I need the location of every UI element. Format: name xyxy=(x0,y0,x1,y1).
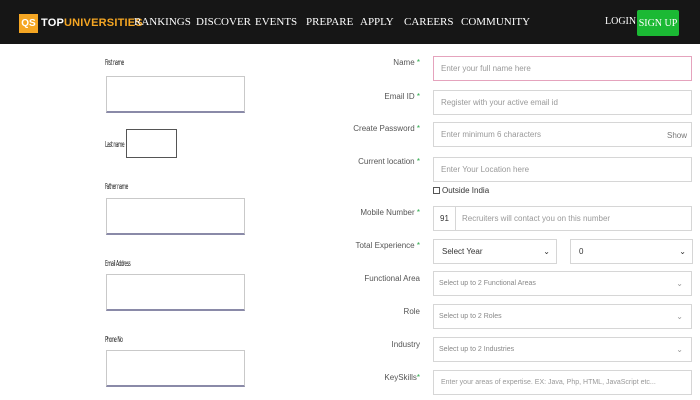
outside-india-checkbox[interactable] xyxy=(433,187,440,194)
outside-india-label: Outside India xyxy=(442,186,490,195)
mobile-input[interactable]: 91 Recruiters will contact you on this n… xyxy=(433,206,692,231)
chevron-down-icon: ⌄ xyxy=(543,247,550,256)
experience-month-select[interactable]: 0 ⌄ xyxy=(570,239,693,264)
logo-text-top: TOP xyxy=(41,17,65,29)
nav-community[interactable]: COMMUNITY xyxy=(461,16,530,28)
logo-text-universities: UNIVERSITIES xyxy=(64,17,143,29)
nav-apply[interactable]: APPLY xyxy=(360,16,394,28)
login-link[interactable]: LOGIN xyxy=(605,16,636,27)
show-password-toggle[interactable]: Show xyxy=(667,131,687,140)
phone-no-label: Phone No xyxy=(105,335,123,344)
industry-placeholder: Select up to 2 Industries xyxy=(439,346,515,353)
chevron-down-icon: ⌄ xyxy=(679,247,686,256)
email-address-label: Email Address xyxy=(105,259,131,268)
password-placeholder: Enter minimum 6 characters xyxy=(441,130,542,139)
keyskills-label: KeySkills* xyxy=(384,373,420,382)
password-label: Create Password * xyxy=(353,124,420,133)
first-name-label: First name xyxy=(105,58,124,67)
experience-year-select[interactable]: Select Year ⌄ xyxy=(433,239,557,264)
name-label: Name * xyxy=(393,58,420,67)
nav-discover[interactable]: DISCOVER xyxy=(196,16,251,28)
experience-label: Total Experience * xyxy=(355,241,420,250)
chevron-down-icon: ⌄ xyxy=(676,279,683,288)
keyskills-input[interactable]: Enter your areas of expertise. EX: Java,… xyxy=(433,370,692,395)
functional-area-select[interactable]: Select up to 2 Functional Areas ⌄ xyxy=(433,271,692,296)
name-input[interactable]: Enter your full name here xyxy=(433,56,692,81)
nav-careers[interactable]: CAREERS xyxy=(404,16,454,28)
industry-select[interactable]: Select up to 2 Industries ⌄ xyxy=(433,337,692,362)
qs-logo-box: QS xyxy=(19,13,38,33)
chevron-down-icon: ⌄ xyxy=(676,345,683,354)
outside-india-option[interactable]: Outside India xyxy=(433,186,489,195)
top-navbar: QS TOP UNIVERSITIES RANKINGS DISCOVER EV… xyxy=(0,0,700,44)
first-name-field[interactable] xyxy=(106,76,245,113)
qs-logo[interactable]: QS TOP UNIVERSITIES xyxy=(19,12,143,34)
location-input[interactable]: Enter Your Location here xyxy=(433,157,692,182)
location-label: Current location * xyxy=(358,157,420,166)
nav-rankings[interactable]: RANKINGS xyxy=(134,16,191,28)
mobile-placeholder: Recruiters will contact you on this numb… xyxy=(462,214,611,223)
experience-month-value: 0 xyxy=(579,247,584,256)
experience-year-value: Select Year xyxy=(442,247,483,256)
role-placeholder: Select up to 2 Roles xyxy=(439,313,502,320)
email-address-field[interactable] xyxy=(106,274,245,311)
chevron-down-icon: ⌄ xyxy=(676,312,683,321)
father-name-label: Father name xyxy=(105,182,128,191)
email-label: Email ID * xyxy=(384,92,420,101)
country-code: 91 xyxy=(434,207,456,230)
password-input[interactable]: Enter minimum 6 characters Show xyxy=(433,122,692,147)
functional-area-label: Functional Area xyxy=(364,274,420,283)
last-name-label: Last name xyxy=(105,140,125,149)
role-select[interactable]: Select up to 2 Roles ⌄ xyxy=(433,304,692,329)
role-label: Role xyxy=(403,307,420,316)
mobile-label: Mobile Number * xyxy=(360,208,420,217)
nav-prepare[interactable]: PREPARE xyxy=(306,16,353,28)
email-input[interactable]: Register with your active email id xyxy=(433,90,692,115)
industry-label: Industry xyxy=(391,340,420,349)
functional-area-placeholder: Select up to 2 Functional Areas xyxy=(439,280,536,287)
signup-button[interactable]: SIGN UP xyxy=(637,10,679,36)
last-name-field[interactable] xyxy=(126,129,177,158)
phone-no-field[interactable] xyxy=(106,350,245,387)
nav-events[interactable]: EVENTS xyxy=(255,16,297,28)
father-name-field[interactable] xyxy=(106,198,245,235)
